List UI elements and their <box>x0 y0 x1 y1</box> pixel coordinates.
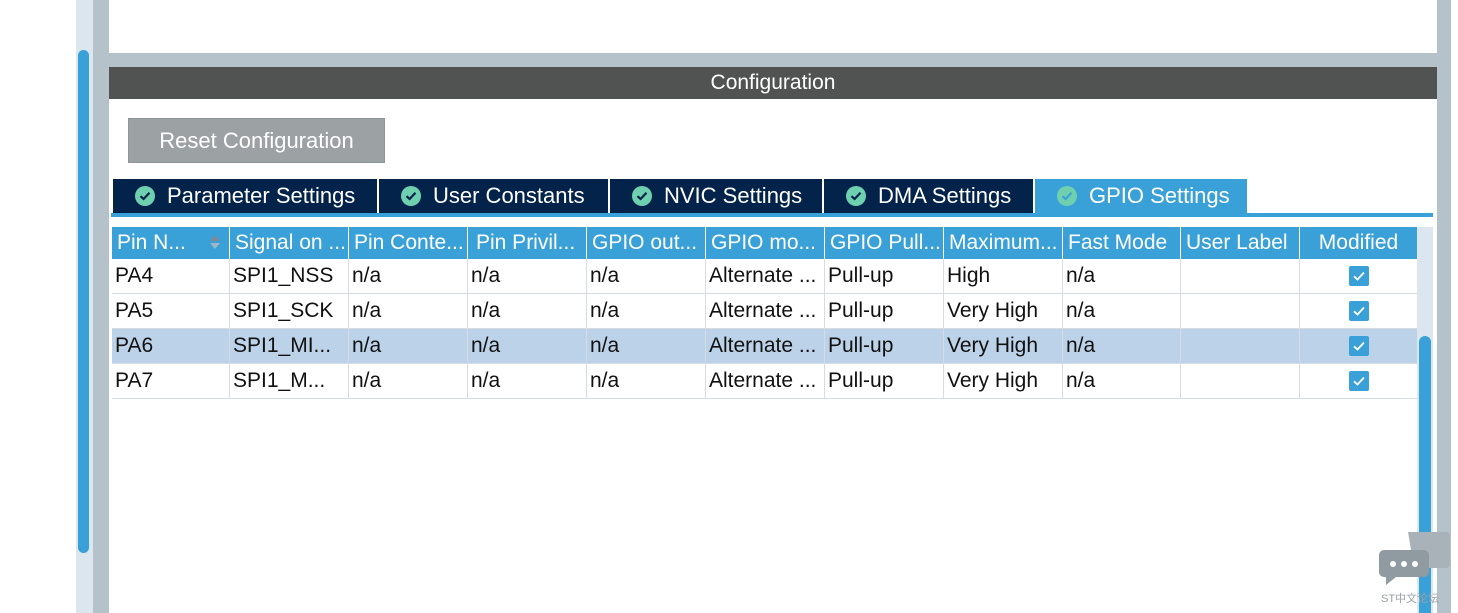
checkbox-checked-icon[interactable] <box>1348 266 1369 286</box>
cell-fast-mode: n/a <box>1063 294 1181 328</box>
cell-pin-context: n/a <box>349 364 468 398</box>
configuration-header: Configuration <box>109 67 1437 99</box>
cell-gpio-mode: Alternate ... <box>706 364 825 398</box>
cell-user-label[interactable] <box>1181 364 1300 398</box>
table-row[interactable]: PA4 SPI1_NSS n/a n/a n/a Alternate ... P… <box>112 259 1417 294</box>
cell-pin-context: n/a <box>349 329 468 363</box>
column-header-modified[interactable]: Modified <box>1300 227 1417 259</box>
cell-signal: SPI1_MI... <box>230 329 349 363</box>
cell-gpio-mode: Alternate ... <box>706 294 825 328</box>
column-header-maximum-speed[interactable]: Maximum... <box>944 227 1063 259</box>
cell-modified <box>1300 259 1417 293</box>
tab-gpio-settings[interactable]: GPIO Settings <box>1035 179 1247 213</box>
cell-pin-name: PA5 <box>112 294 230 328</box>
tab-label: NVIC Settings <box>664 183 803 208</box>
watermark-text: ST中文论坛 <box>1381 593 1440 605</box>
cell-pin-context: n/a <box>349 294 468 328</box>
left-scrollbar-thumb[interactable] <box>78 50 89 553</box>
cell-user-label[interactable] <box>1181 259 1300 293</box>
column-header-pin-privilege[interactable]: Pin Privil... <box>468 227 587 259</box>
cell-gpio-mode: Alternate ... <box>706 259 825 293</box>
cell-pin-name: PA6 <box>112 329 230 363</box>
cell-pin-privilege: n/a <box>468 259 587 293</box>
cell-gpio-pull: Pull-up <box>825 259 944 293</box>
table-row[interactable]: PA5 SPI1_SCK n/a n/a n/a Alternate ... P… <box>112 294 1417 329</box>
gpio-table: Pin N... Signal on ... Pin Conte... Pin … <box>112 227 1417 399</box>
cell-pin-privilege: n/a <box>468 294 587 328</box>
check-circle-icon <box>632 186 652 206</box>
check-circle-icon <box>846 186 866 206</box>
column-header-user-label[interactable]: User Label <box>1181 227 1300 259</box>
cell-gpio-output: n/a <box>587 364 706 398</box>
frame-border-top <box>93 53 1451 67</box>
column-header-gpio-mode[interactable]: GPIO mo... <box>706 227 825 259</box>
cell-maximum-speed: Very High <box>944 294 1063 328</box>
cell-gpio-output: n/a <box>587 259 706 293</box>
settings-tabs: Parameter Settings User Constants NVIC S… <box>113 179 1247 213</box>
column-header-gpio-pull[interactable]: GPIO Pull... <box>825 227 944 259</box>
chat-bubble-icon[interactable] <box>1378 530 1452 586</box>
cell-pin-privilege: n/a <box>468 329 587 363</box>
cell-pin-name: PA4 <box>112 259 230 293</box>
table-row[interactable]: PA7 SPI1_M... n/a n/a n/a Alternate ... … <box>112 364 1417 399</box>
cell-modified <box>1300 364 1417 398</box>
tab-label: DMA Settings <box>878 183 1012 208</box>
cell-user-label[interactable] <box>1181 294 1300 328</box>
tab-label: User Constants <box>433 183 585 208</box>
cell-pin-context: n/a <box>349 259 468 293</box>
tab-label: GPIO Settings <box>1089 183 1230 208</box>
reset-configuration-label: Reset Configuration <box>159 127 354 153</box>
cell-gpio-output: n/a <box>587 294 706 328</box>
configuration-title: Configuration <box>710 71 836 94</box>
cell-pin-name: PA7 <box>112 364 230 398</box>
tab-user-constants[interactable]: User Constants <box>379 179 610 213</box>
column-header-pin-name[interactable]: Pin N... <box>112 227 230 259</box>
table-header: Pin N... Signal on ... Pin Conte... Pin … <box>112 227 1417 259</box>
cell-fast-mode: n/a <box>1063 259 1181 293</box>
cell-modified <box>1300 294 1417 328</box>
cell-fast-mode: n/a <box>1063 329 1181 363</box>
tab-label: Parameter Settings <box>167 183 356 208</box>
frame-border-left <box>93 0 109 613</box>
cell-pin-privilege: n/a <box>468 364 587 398</box>
table-row[interactable]: PA6 SPI1_MI... n/a n/a n/a Alternate ...… <box>112 329 1417 364</box>
cell-modified <box>1300 329 1417 363</box>
check-circle-icon <box>1057 186 1077 206</box>
frame-border-right <box>1437 0 1451 613</box>
cell-fast-mode: n/a <box>1063 364 1181 398</box>
cell-signal: SPI1_M... <box>230 364 349 398</box>
cell-gpio-pull: Pull-up <box>825 329 944 363</box>
cell-gpio-pull: Pull-up <box>825 364 944 398</box>
cell-maximum-speed: Very High <box>944 364 1063 398</box>
cell-gpio-pull: Pull-up <box>825 294 944 328</box>
tab-nvic-settings[interactable]: NVIC Settings <box>610 179 824 213</box>
cell-gpio-output: n/a <box>587 329 706 363</box>
cell-maximum-speed: Very High <box>944 329 1063 363</box>
tab-dma-settings[interactable]: DMA Settings <box>824 179 1035 213</box>
check-circle-icon <box>135 186 155 206</box>
column-header-pin-context[interactable]: Pin Conte... <box>349 227 468 259</box>
checkbox-checked-icon[interactable] <box>1348 301 1369 321</box>
column-header-gpio-output[interactable]: GPIO out... <box>587 227 706 259</box>
tab-parameter-settings[interactable]: Parameter Settings <box>113 179 379 213</box>
cell-signal: SPI1_NSS <box>230 259 349 293</box>
checkbox-checked-icon[interactable] <box>1348 371 1369 391</box>
cell-maximum-speed: High <box>944 259 1063 293</box>
reset-configuration-button[interactable]: Reset Configuration <box>128 118 385 163</box>
check-circle-icon <box>401 186 421 206</box>
checkbox-checked-icon[interactable] <box>1348 336 1369 356</box>
sort-icon[interactable] <box>209 233 221 251</box>
tab-underline <box>111 213 1433 217</box>
cell-signal: SPI1_SCK <box>230 294 349 328</box>
column-header-signal[interactable]: Signal on ... <box>230 227 349 259</box>
column-header-fast-mode[interactable]: Fast Mode <box>1063 227 1181 259</box>
cell-gpio-mode: Alternate ... <box>706 329 825 363</box>
cell-user-label[interactable] <box>1181 329 1300 363</box>
